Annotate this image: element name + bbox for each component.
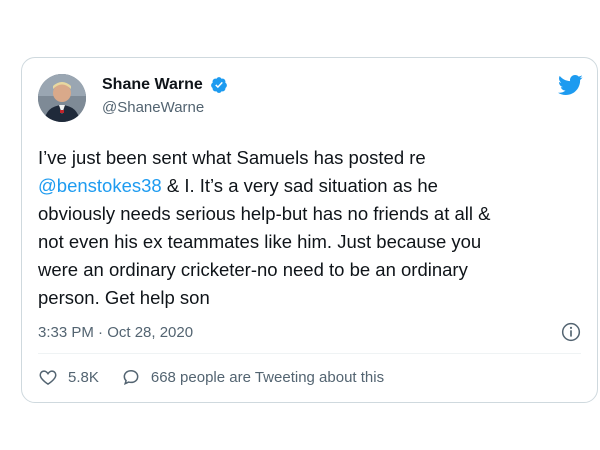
action-bar: 5.8K 668 people are Tweeting about this (38, 367, 406, 387)
tweeting-about-link[interactable]: 668 people are Tweeting about this (121, 367, 384, 387)
tweet-card[interactable]: Shane Warne @ShaneWarne I’ve just been s… (21, 57, 598, 403)
handle[interactable]: @ShaneWarne (102, 99, 228, 116)
tweeting-about-label: 668 people are Tweeting about this (150, 368, 385, 386)
mention-link[interactable]: @benstokes38 (38, 175, 162, 196)
like-count: 5.8K (68, 368, 99, 386)
avatar-image (38, 74, 86, 122)
tweet-text-part-1: I’ve just been sent what Samuels has pos… (38, 147, 426, 168)
info-icon[interactable] (561, 322, 581, 342)
tweet-text: I’ve just been sent what Samuels has pos… (38, 144, 583, 312)
speech-bubble-icon (123, 369, 139, 386)
verified-badge-icon (211, 77, 228, 93)
like-button[interactable]: 5.8K (38, 367, 99, 387)
author-block[interactable]: Shane Warne @ShaneWarne (102, 76, 228, 116)
divider (38, 353, 581, 354)
heart-icon (39, 370, 57, 385)
timestamp-link[interactable]: 3:33 PM · Oct 28, 2020 (38, 324, 193, 341)
display-name[interactable]: Shane Warne (102, 76, 203, 94)
twitter-bird-icon[interactable] (557, 72, 583, 98)
avatar[interactable] (38, 74, 86, 122)
